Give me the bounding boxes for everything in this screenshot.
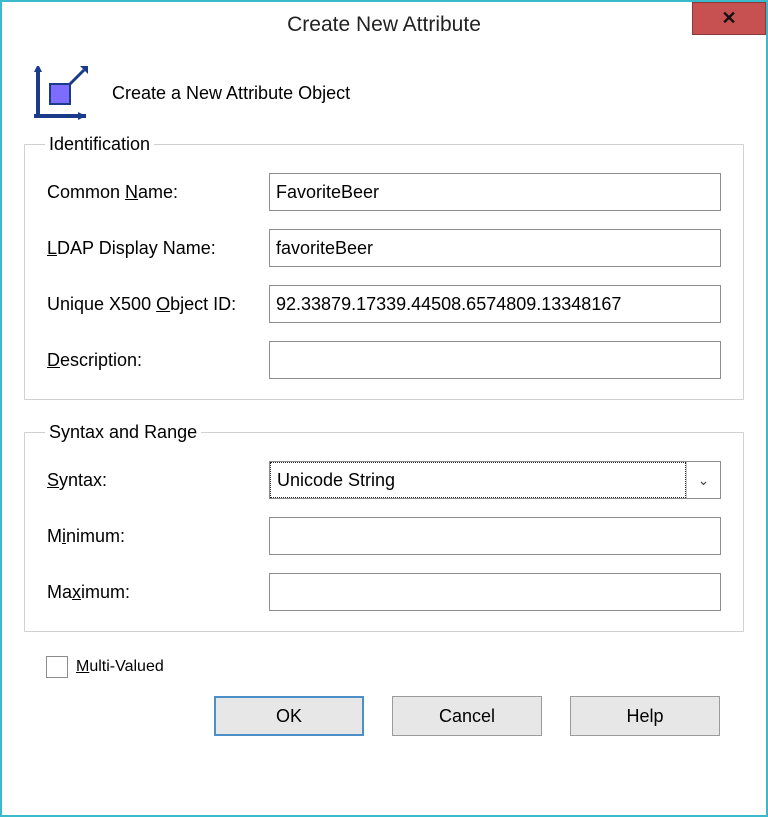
syntax-selected-value: Unicode String: [270, 462, 686, 498]
multi-valued-checkbox[interactable]: [46, 656, 68, 678]
description-row: Description:: [47, 341, 721, 379]
maximum-input[interactable]: [269, 573, 721, 611]
window-title: Create New Attribute: [287, 13, 481, 37]
description-input[interactable]: [269, 341, 721, 379]
chevron-down-icon: ⌄: [686, 462, 720, 498]
x500-oid-input[interactable]: [269, 285, 721, 323]
attribute-icon: [30, 66, 90, 120]
ok-button[interactable]: OK: [214, 696, 364, 736]
help-button[interactable]: Help: [570, 696, 720, 736]
x500-oid-label: Unique X500 Object ID:: [47, 294, 269, 315]
close-button[interactable]: ✕: [692, 2, 766, 35]
identification-legend: Identification: [45, 134, 154, 155]
header-row: Create a New Attribute Object: [30, 66, 744, 120]
identification-group: Identification Common Name: LDAP Display…: [24, 134, 744, 400]
dialog-content: Create a New Attribute Object Identifica…: [2, 48, 766, 815]
syntax-select[interactable]: Unicode String ⌄: [269, 461, 721, 499]
close-icon: ✕: [721, 8, 736, 29]
common-name-label: Common Name:: [47, 182, 269, 203]
syntax-row: Syntax: Unicode String ⌄: [47, 461, 721, 499]
titlebar: Create New Attribute ✕: [2, 2, 766, 48]
multi-valued-row: Multi-Valued: [46, 656, 744, 678]
minimum-input[interactable]: [269, 517, 721, 555]
x500-oid-row: Unique X500 Object ID:: [47, 285, 721, 323]
common-name-input[interactable]: [269, 173, 721, 211]
common-name-row: Common Name:: [47, 173, 721, 211]
ldap-name-input[interactable]: [269, 229, 721, 267]
syntax-range-legend: Syntax and Range: [45, 422, 201, 443]
create-attribute-dialog: Create New Attribute ✕ Create a New Attr…: [0, 0, 768, 817]
description-label: Description:: [47, 350, 269, 371]
header-text: Create a New Attribute Object: [112, 83, 350, 104]
minimum-row: Minimum:: [47, 517, 721, 555]
maximum-label: Maximum:: [47, 582, 269, 603]
maximum-row: Maximum:: [47, 573, 721, 611]
minimum-label: Minimum:: [47, 526, 269, 547]
buttons-row: OK Cancel Help: [24, 696, 744, 744]
ldap-name-row: LDAP Display Name:: [47, 229, 721, 267]
cancel-button[interactable]: Cancel: [392, 696, 542, 736]
syntax-range-group: Syntax and Range Syntax: Unicode String …: [24, 422, 744, 632]
multi-valued-label: Multi-Valued: [76, 658, 164, 676]
syntax-label: Syntax:: [47, 470, 269, 491]
ldap-name-label: LDAP Display Name:: [47, 238, 269, 259]
